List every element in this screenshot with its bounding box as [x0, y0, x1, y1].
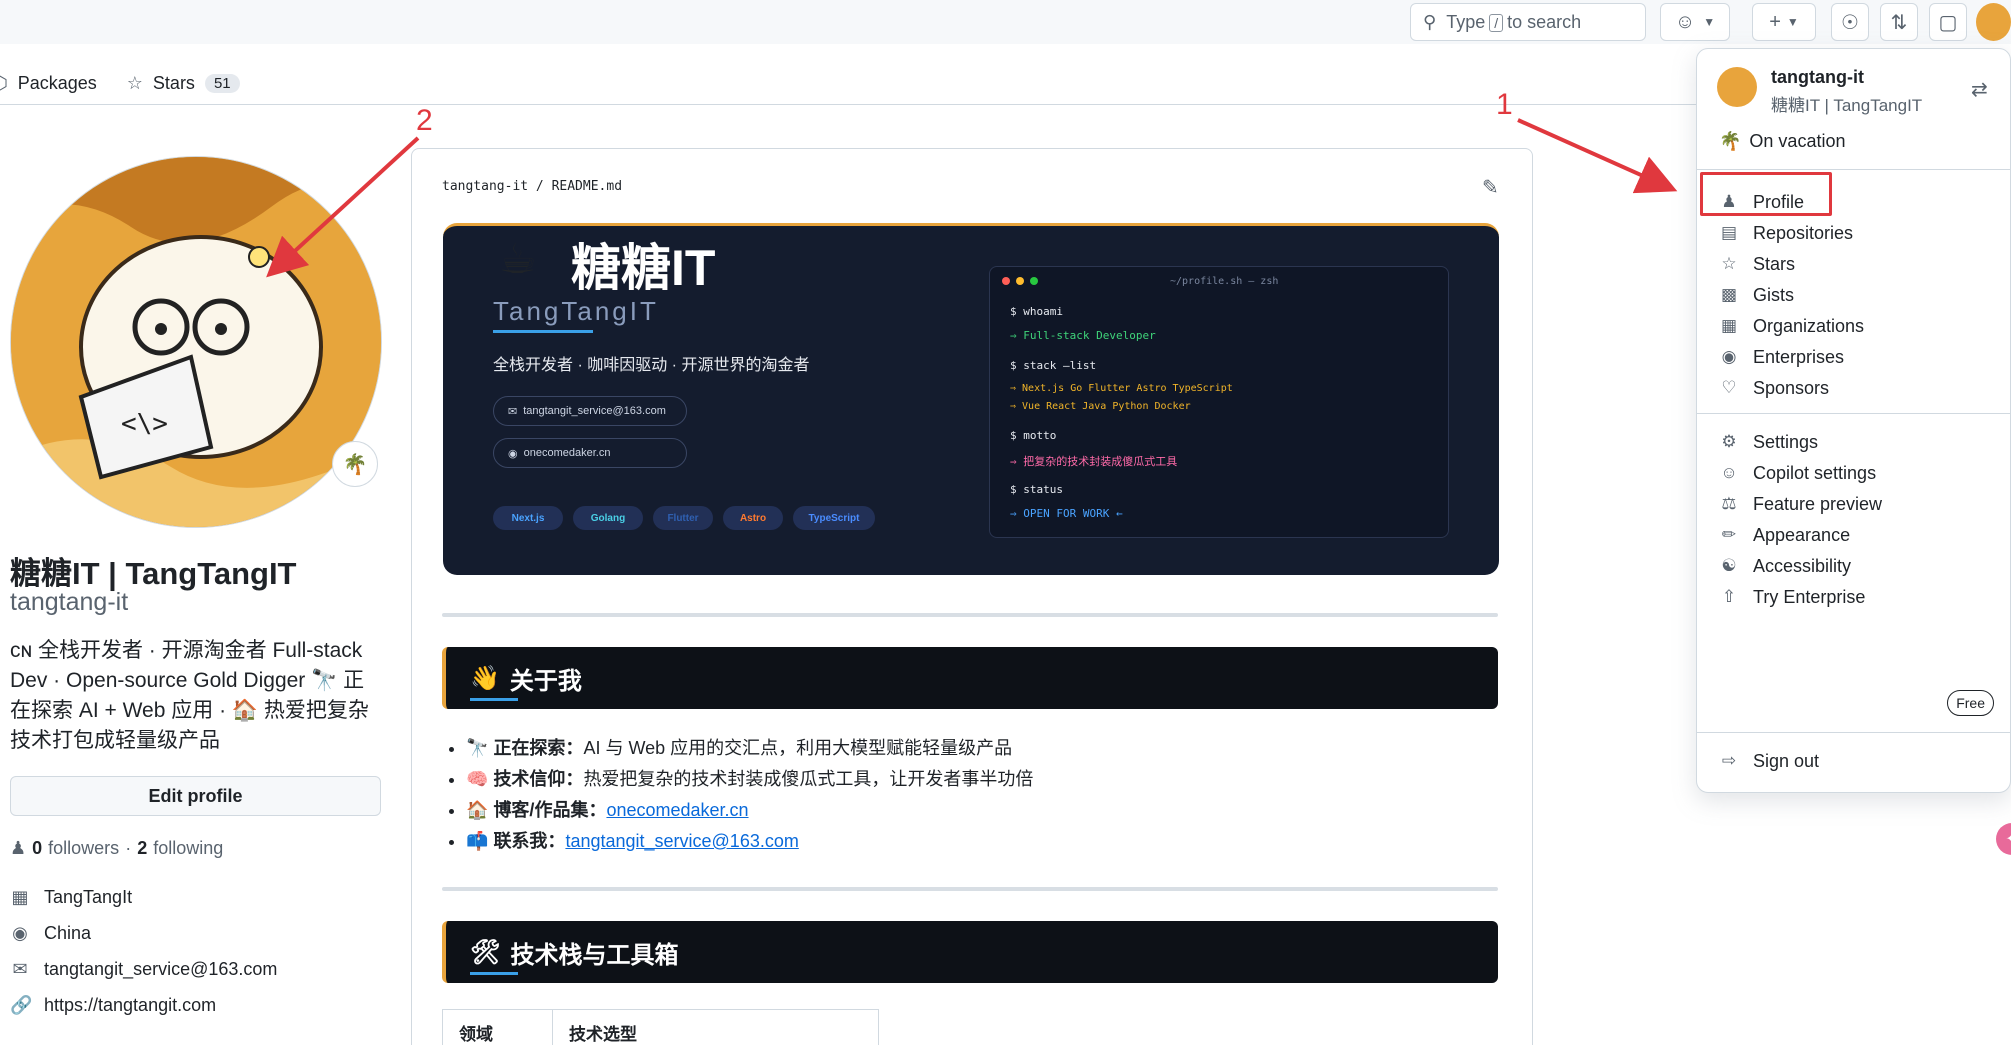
- annotation-arrows: [266, 118, 1678, 278]
